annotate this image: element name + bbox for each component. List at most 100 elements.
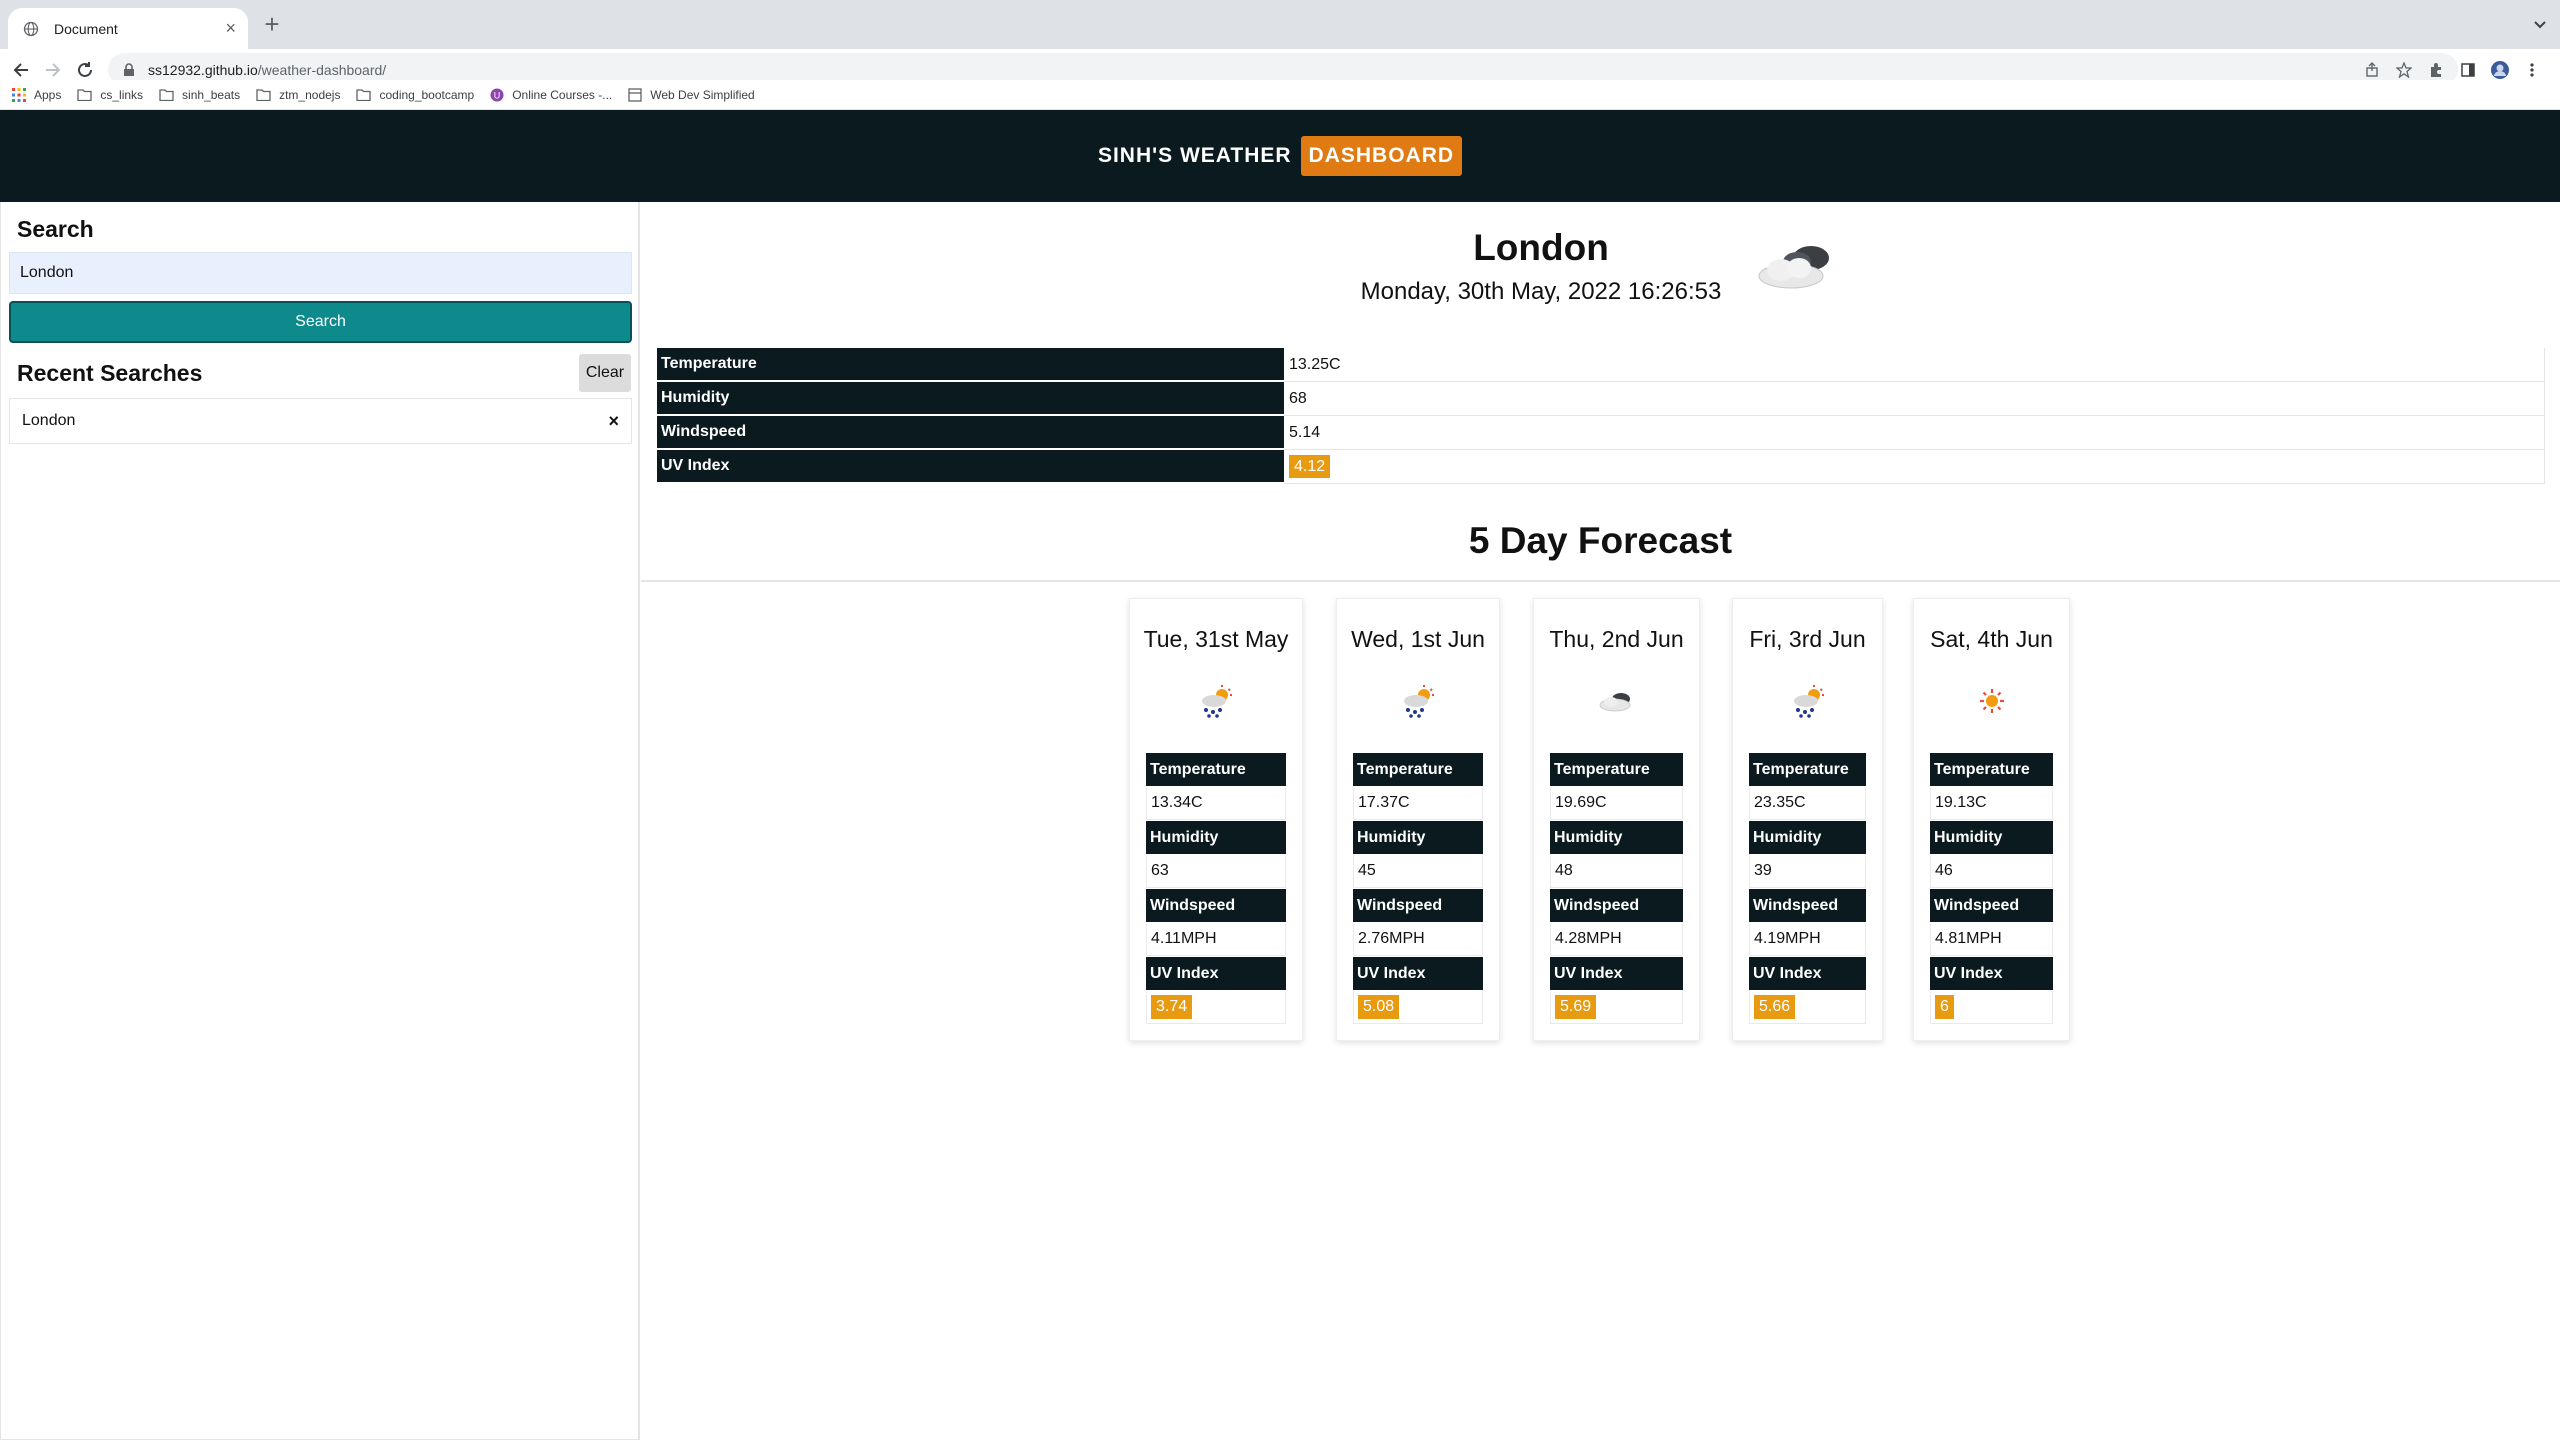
stat-label: Humidity [1146, 821, 1286, 854]
url-text: ss12932.github.io/weather-dashboard/ [148, 62, 386, 78]
forecast-card: Tue, 31st May Temperature 13.34C Humidit… [1129, 598, 1303, 1041]
stat-label: Humidity [657, 382, 1284, 416]
bookmark-label: Web Dev Simplified [650, 87, 755, 102]
bookmark-coding-bootcamp[interactable]: coding_bootcamp [356, 88, 474, 102]
stat-value: 5.66 [1749, 991, 1866, 1024]
brand-accent: DASHBOARD [1300, 136, 1463, 176]
cloud-icon [1534, 683, 1699, 719]
bookmark-label: cs_links [100, 87, 144, 102]
stat-label: UV Index [1550, 957, 1683, 990]
stat-value: 4.12 [1284, 450, 2545, 484]
stat-value: 4.28MPH [1550, 923, 1683, 956]
folder-icon [356, 88, 372, 101]
recent-searches-heading: Recent Searches [17, 360, 203, 386]
bookmark-apps[interactable]: Apps [12, 87, 62, 102]
bookmark-label: Apps [34, 87, 62, 102]
forecast-stats: Temperature 19.69C Humidity 48 Windspeed… [1550, 753, 1683, 1025]
stat-label: Humidity [1353, 821, 1483, 854]
clear-button[interactable]: Clear [579, 354, 631, 392]
url-host: ss12932.github.io [148, 61, 258, 78]
globe-icon [20, 18, 42, 40]
close-icon[interactable]: × [225, 18, 236, 39]
stat-value: 63 [1146, 855, 1286, 888]
lock-icon [122, 62, 136, 77]
main-content: London Monday, 30th May, 2022 16:26:53 T… [641, 202, 2560, 1440]
stat-label: Temperature [1353, 753, 1483, 786]
rain-sun-icon [1733, 683, 1882, 719]
stat-value: 5.14 [1284, 416, 2545, 450]
search-input[interactable] [9, 252, 632, 294]
url-path: /weather-dashboard/ [257, 61, 387, 78]
new-tab-button[interactable]: + [258, 10, 286, 38]
stat-value: 39 [1749, 855, 1866, 888]
stat-label: Windspeed [1146, 889, 1286, 922]
svg-text:U: U [494, 90, 501, 100]
stat-label: Windspeed [1550, 889, 1683, 922]
stat-value: 5.69 [1550, 991, 1683, 1024]
sun-icon [1914, 683, 2069, 719]
forecast-title: 5 Day Forecast [1468, 520, 1733, 561]
bookmark-cs-links[interactable]: cs_links [77, 88, 143, 102]
forecast-date: Thu, 2nd Jun [1549, 626, 1684, 652]
table-row: Humidity 68 [657, 382, 2545, 416]
stat-label: Temperature [1146, 753, 1286, 786]
stat-value: 17.37C [1353, 787, 1483, 820]
stat-value: 4.11MPH [1146, 923, 1286, 956]
stat-label: Windspeed [1930, 889, 2053, 922]
rain-sun-icon [1130, 683, 1302, 719]
forecast-stats: Temperature 17.37C Humidity 45 Windspeed… [1353, 753, 1483, 1025]
bookmark-ztm-nodejs[interactable]: ztm_nodejs [256, 88, 340, 102]
forecast-card: Wed, 1st Jun Temperature 17.37C Humidity… [1336, 598, 1500, 1041]
brand-logo: SINH'S WEATHER DASHBOARD [1097, 136, 1463, 176]
stat-value: 68 [1284, 382, 2545, 416]
folder-icon [159, 88, 174, 101]
stat-value: 13.34C [1146, 787, 1286, 820]
uv-badge: 5.69 [1555, 995, 1597, 1019]
site-icon [628, 87, 642, 102]
forecast-date: Tue, 31st May [1143, 626, 1289, 652]
bookmark-sinh-beats[interactable]: sinh_beats [159, 88, 240, 102]
tab-title: Document [54, 20, 118, 37]
uv-badge: 5.08 [1358, 995, 1400, 1019]
recent-search-item[interactable]: London × [9, 398, 632, 444]
bookmark-label: Online Courses -... [512, 87, 613, 102]
stat-label: Temperature [1749, 753, 1866, 786]
stat-value: 6 [1930, 991, 2053, 1024]
table-row: Temperature 13.25C [657, 348, 2545, 382]
chevron-down-icon[interactable] [2530, 14, 2550, 34]
divider [641, 580, 2560, 582]
forecast-stats: Temperature 13.34C Humidity 63 Windspeed… [1146, 753, 1286, 1025]
apps-grid-icon [12, 87, 26, 102]
rain-sun-icon [1337, 683, 1499, 719]
forecast-stats: Temperature 19.13C Humidity 46 Windspeed… [1930, 753, 2053, 1025]
bookmarks-bar: Apps cs_links sinh_beats ztm_nodejs codi… [0, 80, 2560, 110]
folder-icon [77, 88, 93, 101]
forecast-card: Fri, 3rd Jun Temperature 23.35C Humidity… [1732, 598, 1883, 1041]
bookmark-label: sinh_beats [182, 87, 241, 102]
bookmark-online-courses[interactable]: U Online Courses -... [490, 88, 612, 102]
search-button[interactable]: Search [9, 301, 632, 343]
cloudy-icon [1749, 232, 1849, 302]
site-icon: U [490, 88, 504, 101]
stat-value: 48 [1550, 855, 1683, 888]
stat-label: Humidity [1930, 821, 2053, 854]
browser-tab[interactable]: Document × [8, 8, 248, 49]
browser-tabstrip: Document × + [0, 0, 2560, 49]
recent-search-label: London [22, 412, 76, 429]
stat-label: Temperature [1930, 753, 2053, 786]
remove-icon[interactable]: × [608, 411, 619, 432]
stat-label: Temperature [657, 348, 1284, 382]
forecast-card: Thu, 2nd Jun Temperature 19.69C Humidity… [1533, 598, 1700, 1041]
stat-label: UV Index [1930, 957, 2053, 990]
app-header: SINH'S WEATHER DASHBOARD [0, 110, 2560, 202]
bookmark-web-dev-simplified[interactable]: Web Dev Simplified [628, 87, 755, 102]
bookmark-label: coding_bootcamp [379, 87, 475, 102]
city-name: London [1473, 227, 1609, 268]
forecast-date: Wed, 1st Jun [1351, 626, 1485, 652]
stat-value: 45 [1353, 855, 1483, 888]
stat-label: UV Index [657, 450, 1284, 484]
search-heading: Search [17, 216, 94, 242]
sidebar: Search Search Recent Searches Clear Lond… [0, 202, 640, 1440]
brand-text: SINH'S WEATHER [1097, 144, 1292, 167]
stat-value: 2.76MPH [1353, 923, 1483, 956]
